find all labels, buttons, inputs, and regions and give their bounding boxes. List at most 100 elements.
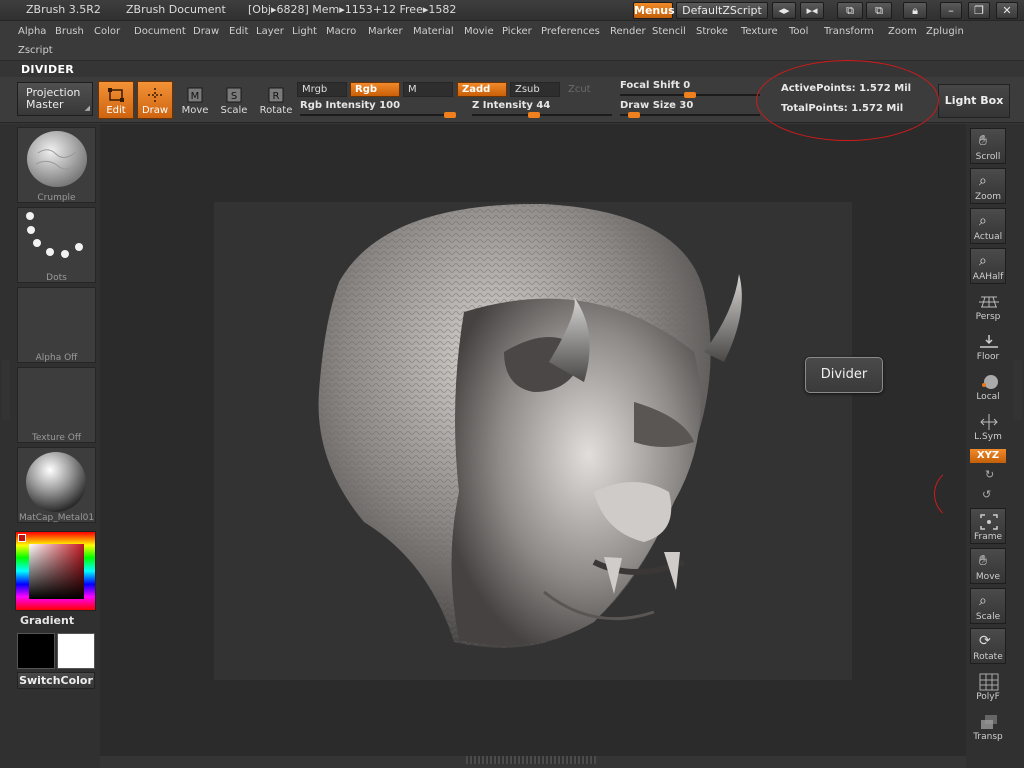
menu-brush[interactable]: Brush bbox=[55, 26, 84, 37]
m-button[interactable]: M bbox=[403, 82, 453, 97]
draw-size-knob[interactable] bbox=[628, 112, 640, 118]
transp-button[interactable]: Transp bbox=[970, 708, 1006, 744]
minimize-icon[interactable]: – bbox=[940, 2, 962, 19]
zcut-button[interactable]: Zcut bbox=[563, 82, 613, 97]
menu-document[interactable]: Document bbox=[134, 26, 186, 37]
menu-marker[interactable]: Marker bbox=[368, 26, 403, 37]
scroll-button[interactable]: ✋︎ Scroll bbox=[970, 128, 1006, 164]
primary-color-swatch[interactable] bbox=[17, 633, 55, 669]
z-intensity-slider[interactable]: Z Intensity 44 bbox=[472, 100, 612, 118]
svg-text:R: R bbox=[273, 91, 280, 102]
menu-picker[interactable]: Picker bbox=[502, 26, 532, 37]
layout-a-icon[interactable]: ⧉ bbox=[837, 2, 863, 19]
menu-transform[interactable]: Transform bbox=[824, 26, 874, 37]
aahalf-button[interactable]: ⌕ AAHalf bbox=[970, 248, 1006, 284]
zoom-button[interactable]: ⌕ Zoom bbox=[970, 168, 1006, 204]
switch-color-button[interactable]: SwitchColor bbox=[17, 672, 95, 689]
zadd-button[interactable]: Zadd bbox=[457, 82, 507, 97]
focal-shift-slider[interactable]: Focal Shift 0 bbox=[620, 80, 760, 98]
menu-zoom[interactable]: Zoom bbox=[888, 26, 917, 37]
menu-macro[interactable]: Macro bbox=[326, 26, 356, 37]
close-icon[interactable]: ✕ bbox=[996, 2, 1018, 19]
menu-light[interactable]: Light bbox=[292, 26, 317, 37]
local-symmetry-icon bbox=[980, 414, 998, 430]
stroke-selector[interactable]: Dots bbox=[17, 207, 96, 283]
move-view-button[interactable]: ✋︎ Move bbox=[970, 548, 1006, 584]
divider-tooltip: Divider bbox=[805, 357, 883, 393]
color-picker[interactable] bbox=[15, 531, 96, 611]
svg-text:M: M bbox=[191, 91, 200, 102]
xyz-annotation-arc bbox=[934, 466, 994, 522]
document-canvas[interactable] bbox=[214, 202, 852, 680]
menu-layer[interactable]: Layer bbox=[256, 26, 284, 37]
texture-selector[interactable]: Texture Off bbox=[17, 367, 96, 443]
rgb-intensity-slider[interactable]: Rgb Intensity 100 bbox=[300, 100, 456, 118]
polyf-button[interactable]: PolyF bbox=[970, 668, 1006, 704]
projection-master-button[interactable]: Projection Master ◢ bbox=[17, 82, 93, 116]
menu-render[interactable]: Render bbox=[610, 26, 646, 37]
canvas-area[interactable] bbox=[100, 124, 966, 756]
persp-button[interactable]: Persp bbox=[970, 288, 1006, 324]
menu-material[interactable]: Material bbox=[413, 26, 454, 37]
menu-texture[interactable]: Texture bbox=[741, 26, 778, 37]
demon-head-sculpt[interactable] bbox=[214, 202, 852, 680]
rotate-view-button[interactable]: ⟳ Rotate bbox=[970, 628, 1006, 664]
menu-zscript[interactable]: Zscript bbox=[18, 45, 53, 56]
menu-draw[interactable]: Draw bbox=[193, 26, 219, 37]
menu-edit[interactable]: Edit bbox=[229, 26, 248, 37]
shrink-interface-icon[interactable]: ◂▸ bbox=[772, 2, 796, 19]
rgb-button[interactable]: Rgb bbox=[350, 82, 400, 97]
menu-stencil[interactable]: Stencil bbox=[652, 26, 686, 37]
restore-icon[interactable]: ❐ bbox=[968, 2, 990, 19]
z-intensity-knob[interactable] bbox=[527, 112, 540, 118]
focal-shift-knob[interactable] bbox=[684, 92, 696, 98]
local-button[interactable]: Local bbox=[970, 368, 1006, 404]
xyz-symmetry-button[interactable]: XYZ bbox=[970, 449, 1006, 463]
gradient-label[interactable]: Gradient bbox=[20, 614, 74, 627]
left-collapse-handle[interactable] bbox=[2, 360, 10, 420]
rgb-intensity-value: 100 bbox=[379, 100, 401, 111]
menu-color[interactable]: Color bbox=[94, 26, 120, 37]
move-mode-button[interactable]: M Move bbox=[177, 81, 213, 119]
material-selector[interactable]: MatCap_Metal01 bbox=[17, 447, 96, 523]
light-box-button[interactable]: Light Box bbox=[938, 84, 1010, 118]
actual-button[interactable]: ⌕ Actual bbox=[970, 208, 1006, 244]
mrgb-button[interactable]: Mrgb bbox=[297, 82, 347, 97]
expand-interface-icon[interactable]: ▸◂ bbox=[800, 2, 824, 19]
dots-stroke-icon bbox=[26, 212, 83, 258]
rgb-intensity-knob[interactable] bbox=[444, 112, 456, 118]
draw-size-slider[interactable]: Draw Size 30 bbox=[620, 100, 760, 118]
default-zscript-button[interactable]: DefaultZScript bbox=[676, 2, 768, 19]
zbrush-window: ZBrush 3.5R2 ZBrush Document [Obj▸6828] … bbox=[0, 0, 1024, 768]
alpha-selector[interactable]: Alpha Off bbox=[17, 287, 96, 363]
brush-selector[interactable]: Crumple bbox=[17, 127, 96, 203]
zsub-button[interactable]: Zsub bbox=[510, 82, 560, 97]
scale-view-label: Scale bbox=[975, 612, 1001, 622]
zoom-label: Zoom bbox=[975, 192, 1001, 202]
menu-alpha[interactable]: Alpha bbox=[18, 26, 46, 37]
menu-stroke[interactable]: Stroke bbox=[696, 26, 728, 37]
lsym-button[interactable]: L.Sym bbox=[970, 408, 1006, 444]
layout-b-icon[interactable]: ⧉ bbox=[866, 2, 892, 19]
z-intensity-label: Z Intensity bbox=[472, 100, 533, 111]
lock-icon[interactable]: 🔒︎ bbox=[903, 2, 927, 19]
bottom-tray-handle[interactable] bbox=[466, 756, 596, 764]
menu-zplugin[interactable]: Zplugin bbox=[926, 26, 964, 37]
draw-mode-button[interactable]: Draw bbox=[137, 81, 173, 119]
scale-mode-button[interactable]: S Scale bbox=[216, 81, 252, 119]
secondary-color-swatch[interactable] bbox=[57, 633, 95, 669]
alpha-name: Alpha Off bbox=[35, 353, 78, 363]
edit-mode-button[interactable]: Edit bbox=[98, 81, 134, 119]
rotate-mode-button[interactable]: R Rotate bbox=[258, 81, 294, 119]
color-square[interactable] bbox=[29, 544, 84, 599]
hand-icon: ✋︎ bbox=[979, 133, 987, 149]
menus-button[interactable]: Menus bbox=[633, 2, 675, 19]
scale-magnifier-icon: ⌕ bbox=[979, 593, 987, 609]
menu-tool[interactable]: Tool bbox=[789, 26, 808, 37]
menu-movie[interactable]: Movie bbox=[464, 26, 494, 37]
rotate-icon: R bbox=[268, 87, 284, 103]
menu-preferences[interactable]: Preferences bbox=[541, 26, 600, 37]
scale-view-button[interactable]: ⌕ Scale bbox=[970, 588, 1006, 624]
floor-button[interactable]: Floor bbox=[970, 328, 1006, 364]
right-collapse-handle[interactable] bbox=[1013, 360, 1022, 420]
